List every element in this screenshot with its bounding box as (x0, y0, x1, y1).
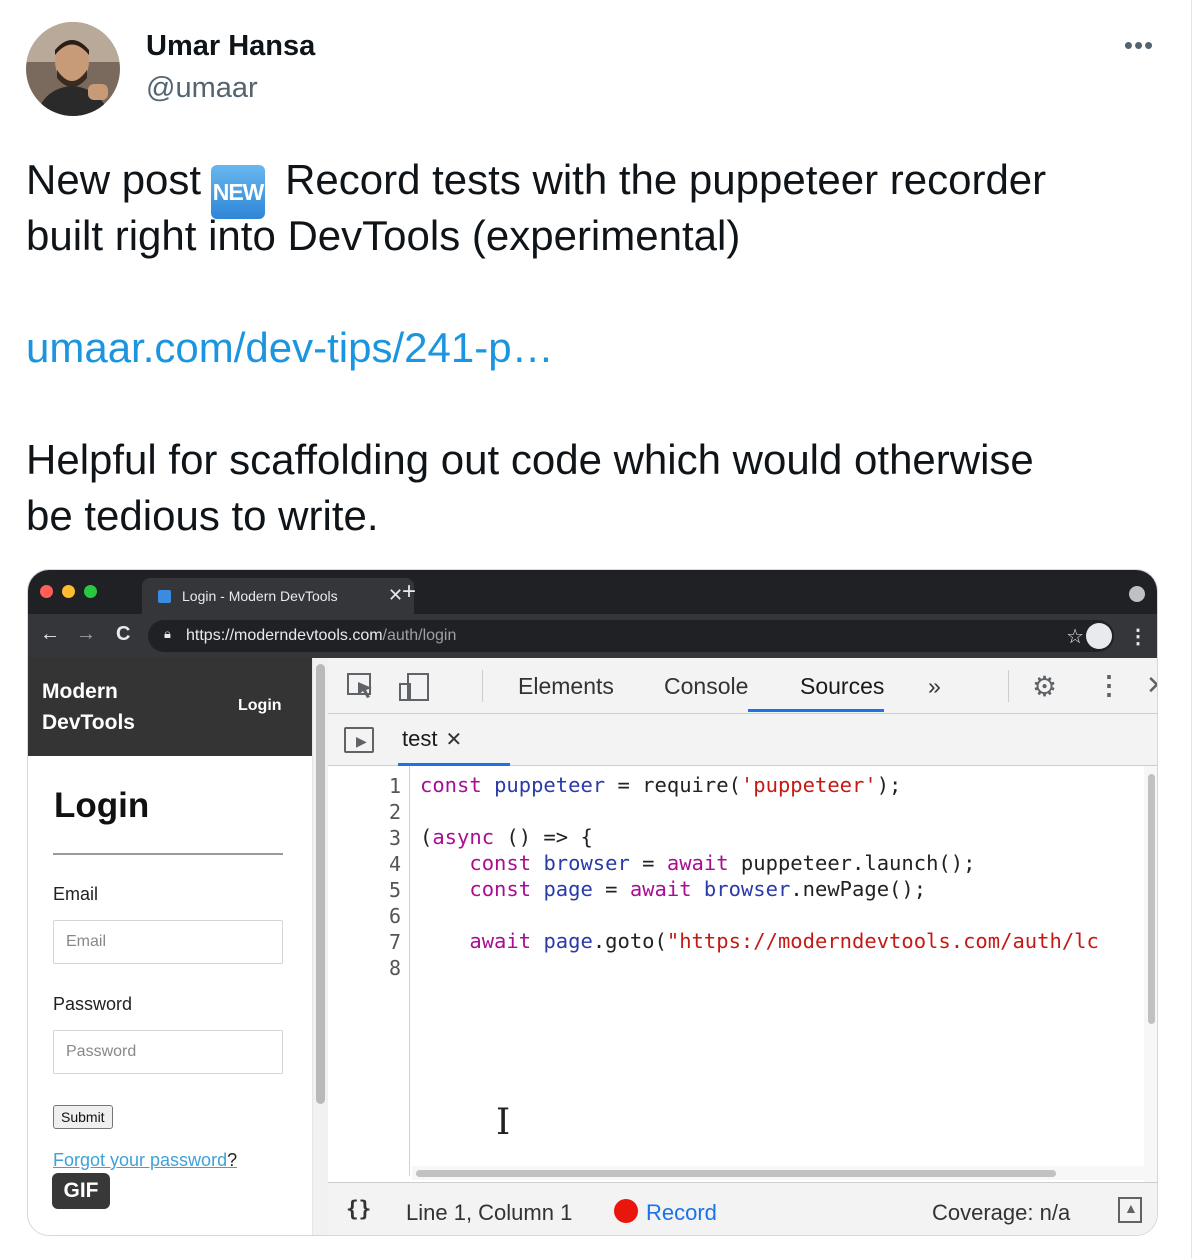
forgot-password-link[interactable]: Forgot your password? (53, 1150, 237, 1171)
editor-horizontal-scrollbar[interactable] (412, 1166, 1144, 1180)
lock-icon: 🔒︎ (164, 626, 171, 641)
tweet-text-start: New post (26, 156, 202, 203)
site-header: Modern DevTools Login (28, 658, 312, 756)
tweet-text-line-4: be tedious to write. (26, 492, 379, 539)
maximize-window-icon[interactable] (84, 585, 97, 598)
forgot-password-text[interactable]: Forgot your password (53, 1150, 227, 1170)
avatar[interactable] (26, 22, 120, 116)
gif-badge: GIF (52, 1173, 110, 1209)
settings-gear-icon[interactable]: ⚙ (1032, 670, 1057, 703)
password-placeholder: Password (66, 1043, 137, 1060)
editor-vertical-scrollbar[interactable] (1144, 766, 1157, 1182)
reload-icon[interactable]: C (116, 623, 130, 646)
line-number: 8 (388, 956, 401, 980)
toggle-drawer-icon[interactable]: ▲ (1118, 1197, 1142, 1223)
site-nav-login[interactable]: Login (238, 697, 282, 715)
url-host: https://moderndevtools.com (186, 627, 383, 644)
profile-icon[interactable] (1086, 623, 1112, 649)
code-line-7: await page.goto("https://moderndevtools.… (469, 929, 1099, 953)
coverage-status: Coverage: n/a (932, 1200, 1071, 1225)
code-line-3: (async () => { (420, 825, 593, 849)
password-field[interactable]: Password (53, 1030, 283, 1074)
tab-elements[interactable]: Elements (518, 673, 614, 700)
author-name[interactable]: Umar Hansa (146, 30, 315, 63)
email-field[interactable]: Email (53, 920, 283, 964)
code-line-4: const browser = await puppeteer.launch()… (469, 851, 976, 875)
line-number: 1 (388, 774, 401, 798)
author-handle[interactable]: @umaar (146, 72, 258, 105)
line-number-gutter: 1 2 3 4 5 6 7 8 (328, 766, 410, 1176)
record-icon[interactable] (614, 1199, 638, 1223)
tab-close-icon[interactable]: ✕ (388, 585, 403, 606)
editor-vscroll-thumb[interactable] (1148, 774, 1155, 1024)
device-toolbar-icon[interactable] (398, 672, 430, 709)
close-window-icon[interactable] (40, 585, 53, 598)
email-label: Email (53, 884, 99, 904)
active-tab-underline (748, 709, 884, 712)
url-path: /auth/login (382, 627, 457, 644)
tab-console[interactable]: Console (664, 673, 748, 700)
tweet-text-line-2: built right into DevTools (experimental) (26, 212, 741, 259)
divider (53, 853, 283, 855)
line-number: 4 (388, 852, 401, 876)
text-cursor-icon: I (496, 1102, 511, 1143)
editor-status-bar: {} Line 1, Column 1 Record Coverage: n/a… (328, 1182, 1157, 1235)
new-tab-icon[interactable]: + (402, 578, 416, 606)
forward-icon[interactable]: → (76, 623, 96, 646)
toggle-navigator-icon[interactable]: ▶ (344, 727, 374, 753)
file-tab-close-icon[interactable]: ✕ (445, 729, 462, 751)
browser-titlebar: Login - Modern DevTools ✕ + (28, 570, 1157, 614)
submit-button[interactable]: Submit (53, 1105, 113, 1129)
tab-sources[interactable]: Sources (800, 673, 884, 700)
back-icon[interactable]: ← (40, 623, 60, 646)
tab-title: Login - Modern DevTools (182, 588, 338, 604)
page-scrollbar[interactable] (312, 658, 328, 1235)
devtools-menu-icon[interactable]: ⋮ (1096, 670, 1122, 701)
toolbar-divider (1008, 670, 1009, 702)
file-tab-test[interactable]: test ✕ (402, 726, 462, 752)
line-number: 2 (388, 800, 401, 824)
line-number: 6 (388, 904, 401, 928)
code-line-1: const puppeteer = require('puppeteer'); (420, 773, 902, 797)
file-tab-label: test (402, 726, 438, 751)
code-line-5: const page = await browser.newPage(); (469, 877, 927, 901)
browser-tab[interactable]: Login - Modern DevTools ✕ (142, 578, 414, 614)
minimize-window-icon[interactable] (62, 585, 75, 598)
line-number: 5 (388, 878, 401, 902)
tweet-text-title: Record tests with the puppeteer recorder (285, 156, 1047, 203)
forgot-password-q: ? (227, 1150, 238, 1170)
devtools-panel: Elements Console Sources » ⚙ ⋮ ✕ ▶ test ✕… (328, 658, 1157, 1235)
editor-tabbar: ▶ test ✕ (328, 714, 1157, 766)
url-text: https://moderndevtools.com/auth/login (186, 627, 456, 645)
website-viewport: Modern DevTools Login Login Email Email … (28, 658, 312, 1235)
devtools-tabbar: Elements Console Sources » ⚙ ⋮ ✕ (328, 658, 1157, 714)
tweet-media-gif[interactable]: Login - Modern DevTools ✕ + ← → C 🔒︎ htt… (27, 569, 1158, 1236)
editor-hscroll-thumb[interactable] (416, 1170, 1056, 1177)
pretty-print-icon[interactable]: {} (346, 1197, 371, 1221)
favicon-icon (158, 590, 171, 603)
tweet-text-line-3: Helpful for scaffolding out code which w… (26, 436, 1034, 483)
line-number: 3 (388, 826, 401, 850)
browser-menu-icon[interactable]: ⋮ (1128, 624, 1148, 649)
cursor-position: Line 1, Column 1 (406, 1200, 573, 1225)
login-heading: Login (54, 786, 150, 825)
inspect-element-icon[interactable] (346, 672, 376, 707)
line-number: 7 (388, 930, 401, 954)
more-tabs-icon[interactable]: » (928, 673, 941, 700)
browser-address-bar: ← → C 🔒︎ https://moderndevtools.com/auth… (28, 614, 1157, 658)
code-editor[interactable]: 1 2 3 4 5 6 7 8 const puppeteer = requir… (328, 766, 1157, 1182)
page-scroll-thumb[interactable] (316, 664, 325, 1104)
more-options-icon[interactable]: ••• (1118, 30, 1160, 60)
tweet: Umar Hansa @umaar ••• New post NEW Record … (0, 0, 1192, 1258)
site-brand[interactable]: Modern DevTools (42, 676, 172, 738)
email-placeholder: Email (66, 933, 107, 950)
tab-search-icon[interactable] (1129, 586, 1145, 602)
close-devtools-icon[interactable]: ✕ (1146, 670, 1157, 701)
toolbar-divider (482, 670, 483, 702)
url-input[interactable]: 🔒︎ https://moderndevtools.com/auth/login… (148, 620, 1114, 652)
record-button[interactable]: Record (646, 1200, 717, 1226)
tweet-link[interactable]: umaar.com/dev-tips/241-p… (26, 320, 554, 376)
password-label: Password (53, 994, 133, 1014)
bookmark-star-icon[interactable]: ☆ (1066, 624, 1084, 649)
